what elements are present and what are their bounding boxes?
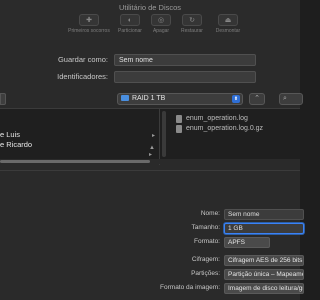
scroll-indicator-icon: ▲ ▸ [149, 145, 155, 158]
size-label: Tamanho: [191, 224, 220, 231]
scrollbar-thumb[interactable] [0, 160, 150, 163]
search-input[interactable]: ⌕ [279, 93, 303, 105]
tags-input[interactable] [114, 71, 256, 83]
format-label: Formato: [193, 238, 220, 245]
expand-collapse-button[interactable]: ⌃ [249, 93, 265, 105]
toolbar: ✚ Primeiros socorros ◐ Particionar ◎ Apa… [0, 14, 300, 40]
size-input[interactable]: 1 GB [224, 223, 304, 234]
list-item[interactable]: e Luis [0, 130, 20, 139]
location-popup[interactable]: RAID 1 TB ⬍ [117, 93, 243, 105]
save-as-label: Guardar como: [57, 55, 108, 64]
restore-icon: ↻ [182, 14, 202, 26]
erase-icon: ◎ [151, 14, 171, 26]
image-format-label: Formato da imagem: [160, 284, 220, 291]
name-input[interactable]: Sem nome [224, 209, 304, 220]
toolbar-label: Primeiros socorros [68, 28, 110, 34]
horizontal-scrollbar[interactable] [0, 159, 300, 164]
restore-button[interactable]: ↻ Restaurar [175, 14, 209, 34]
encryption-popup[interactable]: Cifragem AES de 256 bits [224, 255, 304, 266]
partitions-popup[interactable]: Partição única – Mapeamento [224, 269, 304, 280]
divider [0, 170, 300, 171]
chevron-updown-icon: ⬍ [232, 95, 240, 103]
unmount-button[interactable]: ⏏ Desmontar [210, 14, 246, 34]
chevron-right-icon: ▸ [152, 133, 156, 139]
tags-label: Identificadores: [57, 72, 108, 81]
location-label: RAID 1 TB [132, 95, 166, 102]
save-as-input[interactable]: Sem nome [114, 54, 256, 66]
window-title: Utilitário de Discos [118, 3, 182, 12]
document-icon [176, 115, 182, 123]
file-browser: e Luis e Ricardo ▸ ▲ ▸ enum_operation.lo… [0, 108, 300, 165]
partitions-label: Partições: [191, 270, 220, 277]
navigation-bar: RAID 1 TB ⬍ ⌃ ⌕ [0, 93, 303, 107]
toolbar-label: Particionar [118, 28, 142, 34]
disk-utility-window: Utilitário de Discos ✚ Primeiros socorro… [0, 0, 300, 40]
list-item[interactable]: e Ricardo [0, 140, 32, 149]
file-name: enum_operation.log.0.gz [186, 125, 264, 132]
name-label: Nome: [200, 210, 220, 217]
toolbar-label: Restaurar [181, 28, 203, 34]
image-format-popup[interactable]: Imagem de disco leitura/gravação [224, 283, 304, 294]
search-icon: ⌕ [283, 95, 287, 102]
back-button[interactable] [0, 93, 6, 105]
unmount-icon: ⏏ [218, 14, 238, 26]
partition-icon: ◐ [120, 14, 140, 26]
toolbar-label: Apagar [152, 28, 170, 34]
stethoscope-icon: ✚ [79, 14, 99, 26]
file-name: enum_operation.log [186, 115, 248, 122]
document-icon [176, 125, 182, 133]
vertical-scrollbar[interactable] [162, 111, 166, 157]
toolbar-label: Desmontar [215, 28, 241, 34]
folder-icon [121, 95, 129, 102]
erase-button[interactable]: ◎ Apagar [148, 14, 174, 34]
browser-column-1: e Luis e Ricardo ▸ ▲ ▸ [0, 109, 160, 165]
encryption-label: Cifragem: [191, 256, 220, 263]
partition-button[interactable]: ◐ Particionar [113, 14, 147, 34]
first-aid-button[interactable]: ✚ Primeiros socorros [66, 14, 112, 34]
format-popup[interactable]: APFS [224, 237, 270, 248]
